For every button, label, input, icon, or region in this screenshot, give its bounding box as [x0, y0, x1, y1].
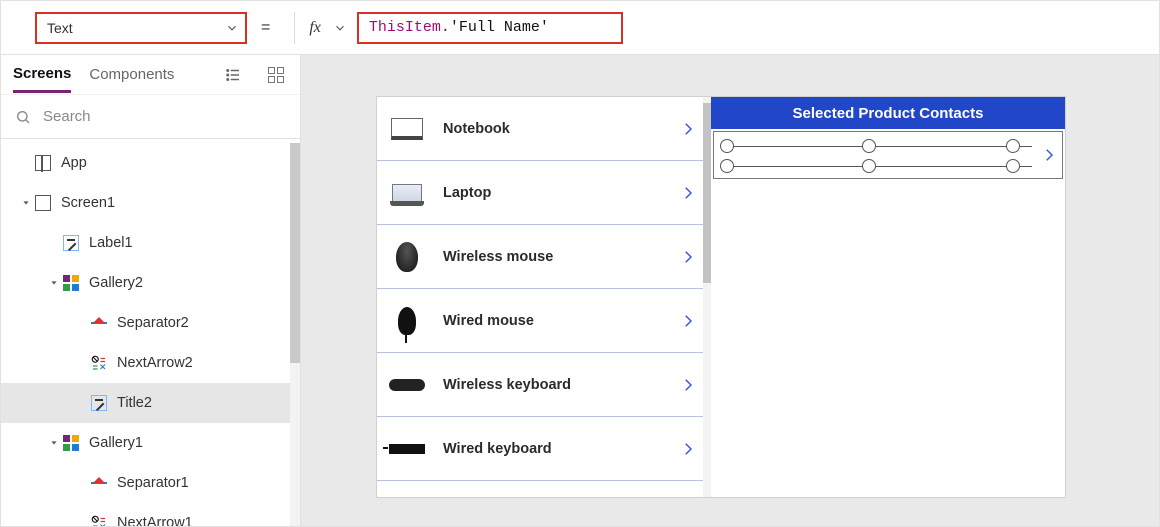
tree-item-nextarrow2[interactable]: NextArrow2 [1, 343, 290, 383]
caret-down-icon[interactable] [47, 278, 61, 288]
search-row [1, 95, 300, 139]
tree-label: Separator1 [117, 475, 189, 491]
label-icon [61, 233, 81, 253]
property-dropdown[interactable]: Text [35, 12, 247, 44]
chevron-right-icon[interactable] [679, 312, 697, 330]
selection-handle[interactable] [720, 159, 734, 173]
screen-icon [33, 193, 53, 213]
chevron-right-icon[interactable] [1040, 146, 1058, 164]
chevron-right-icon[interactable] [679, 184, 697, 202]
separator-icon [89, 313, 109, 333]
selection-handle[interactable] [862, 159, 876, 173]
selection-handle[interactable] [1006, 139, 1020, 153]
tree-label: Separator2 [117, 315, 189, 331]
panel-tabs: Screens Components [1, 55, 300, 95]
gallery1[interactable]: Notebook Laptop Wireless mouse Wired mou… [377, 97, 711, 497]
search-input[interactable] [41, 107, 286, 126]
property-dropdown-value: Text [47, 20, 73, 36]
tree-label: Title2 [117, 395, 152, 411]
product-thumb [387, 173, 427, 213]
product-title: Wireless mouse [443, 249, 679, 265]
selection-handle[interactable] [1006, 159, 1020, 173]
nextarrow-icon [89, 513, 109, 526]
title-icon [89, 393, 109, 413]
tree-item-label1[interactable]: Label1 [1, 223, 290, 263]
chevron-down-icon[interactable] [333, 21, 347, 35]
list-item[interactable]: Laptop [377, 161, 711, 225]
tree-item-app[interactable]: App [1, 143, 290, 183]
tree-label: NextArrow1 [117, 515, 193, 526]
search-icon [15, 109, 31, 125]
product-thumb [387, 109, 427, 149]
selection-handle[interactable] [720, 139, 734, 153]
nextarrow-icon [89, 353, 109, 373]
tree-label: Gallery1 [89, 435, 143, 451]
chevron-right-icon[interactable] [679, 120, 697, 138]
product-thumb [387, 429, 427, 469]
product-title: Laptop [443, 185, 679, 201]
chevron-right-icon[interactable] [679, 248, 697, 266]
chevron-down-icon [225, 14, 239, 42]
tree-label: Label1 [89, 235, 133, 251]
product-thumb [387, 301, 427, 341]
contacts-panel: Selected Product Contacts [711, 97, 1065, 497]
tree-item-title2[interactable]: Title2 [1, 383, 290, 423]
grid-view-icon[interactable] [264, 63, 288, 87]
tree-item-nextarrow1[interactable]: NextArrow1 [1, 503, 290, 526]
scrollbar[interactable] [703, 97, 711, 497]
tab-screens[interactable]: Screens [13, 57, 71, 93]
contacts-header: Selected Product Contacts [711, 97, 1065, 129]
tree-panel: Screens Components [1, 55, 301, 526]
fx-label: fx [309, 19, 323, 37]
chevron-right-icon[interactable] [679, 440, 697, 458]
list-item[interactable]: Wired keyboard [377, 417, 711, 481]
list-item[interactable]: Wired mouse [377, 289, 711, 353]
tree-label: Gallery2 [89, 275, 143, 291]
tree-item-gallery2[interactable]: Gallery2 [1, 263, 290, 303]
scrollbar-thumb[interactable] [703, 103, 711, 283]
formula-member: 'Full Name' [450, 19, 549, 36]
tree-item-gallery1[interactable]: Gallery1 [1, 423, 290, 463]
tree-item-separator1[interactable]: Separator1 [1, 463, 290, 503]
list-item[interactable]: Notebook [377, 97, 711, 161]
product-thumb [387, 365, 427, 405]
formula-input[interactable]: ThisItem.'Full Name' [357, 12, 623, 44]
gallery2-template[interactable] [713, 131, 1063, 179]
tree-options-icon[interactable] [220, 62, 246, 88]
chevron-right-icon[interactable] [679, 376, 697, 394]
formula-bar: Text = fx ThisItem.'Full Name' [1, 1, 1159, 55]
gallery-icon [61, 273, 81, 293]
selection-handle[interactable] [862, 139, 876, 153]
product-title: Notebook [443, 121, 679, 137]
product-title: Wired mouse [443, 313, 679, 329]
gallery-icon [61, 433, 81, 453]
separator [294, 12, 295, 44]
tree-label: Screen1 [61, 195, 115, 211]
list-item[interactable]: Wireless mouse [377, 225, 711, 289]
list-item[interactable]: Wireless keyboard [377, 353, 711, 417]
caret-down-icon[interactable] [19, 198, 33, 208]
tree-label: App [61, 155, 87, 171]
tree-item-screen1[interactable]: Screen1 [1, 183, 290, 223]
tree-item-separator2[interactable]: Separator2 [1, 303, 290, 343]
product-title: Wireless keyboard [443, 377, 679, 393]
canvas[interactable]: Notebook Laptop Wireless mouse Wired mou… [301, 55, 1159, 526]
app-screen[interactable]: Notebook Laptop Wireless mouse Wired mou… [377, 97, 1065, 497]
scrollbar[interactable] [290, 143, 300, 526]
tree: App Screen1 Label1 [1, 139, 300, 526]
equals-sign: = [257, 19, 274, 37]
product-thumb [387, 237, 427, 277]
caret-down-icon[interactable] [47, 438, 61, 448]
separator-icon [89, 473, 109, 493]
tab-components[interactable]: Components [89, 58, 174, 91]
tree-label: NextArrow2 [117, 355, 193, 371]
formula-dot: . [441, 19, 450, 36]
formula-object: ThisItem [369, 19, 441, 36]
scrollbar-thumb[interactable] [290, 143, 300, 363]
app-icon [33, 153, 53, 173]
product-title: Wired keyboard [443, 441, 679, 457]
